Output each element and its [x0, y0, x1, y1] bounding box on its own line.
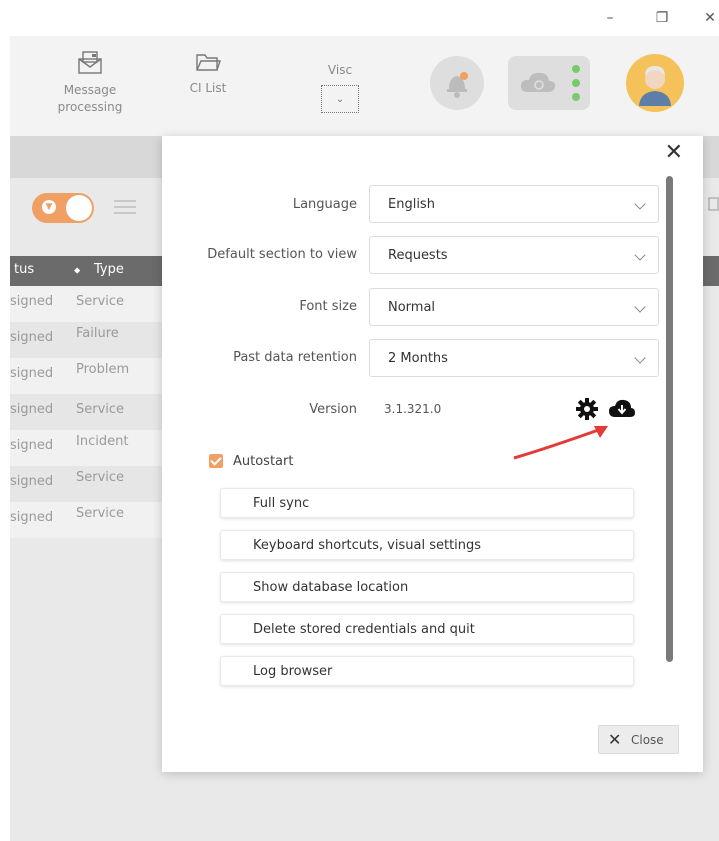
minimize-icon[interactable]: –: [596, 6, 624, 30]
table-row[interactable]: signed Service: [10, 286, 170, 322]
column-status[interactable]: tus: [14, 262, 34, 277]
font-size-label: Font size: [299, 299, 357, 314]
full-sync-button[interactable]: Full sync: [220, 488, 634, 518]
table-row[interactable]: signed Service: [10, 466, 170, 502]
list-header-edge: [703, 256, 719, 286]
row-type: Service: [76, 470, 125, 485]
show-database-location-label: Show database location: [253, 580, 409, 595]
folder-icon: [196, 54, 221, 71]
user-avatar-icon: [639, 66, 671, 106]
menu-icon[interactable]: [110, 196, 140, 220]
sync-status-button[interactable]: [508, 56, 590, 110]
annotation-arrow: [513, 426, 608, 460]
language-label: Language: [292, 197, 357, 212]
past-data-select[interactable]: 2 Months: [369, 339, 659, 377]
past-data-value: 2 Months: [388, 351, 448, 366]
top-toolbar: Message processing CI List Visc ⌄: [10, 36, 719, 136]
row-status: signed: [10, 366, 54, 381]
autostart-checkbox[interactable]: [209, 454, 223, 468]
language-select[interactable]: English: [369, 185, 659, 223]
chevron-down-icon: [634, 198, 646, 210]
close-button-label: Close: [631, 733, 664, 747]
autostart-label: Autostart: [233, 454, 294, 469]
log-browser-button[interactable]: Log browser: [220, 656, 634, 686]
version-value: 3.1.321.0: [384, 402, 442, 416]
window-titlebar: – ❐ ✕: [0, 0, 719, 36]
chevron-down-icon: [634, 352, 646, 364]
row-status: signed: [10, 510, 54, 525]
filter-toggle[interactable]: ▼: [32, 193, 94, 223]
table-row[interactable]: signed Failure: [10, 322, 170, 358]
chevron-down-icon: [634, 301, 646, 313]
show-database-location-button[interactable]: Show database location: [220, 572, 634, 602]
sort-icon[interactable]: ⬥: [74, 266, 80, 276]
visc-dropdown[interactable]: Visc ⌄: [310, 62, 370, 113]
row-status: signed: [10, 438, 54, 453]
notifications-button[interactable]: [430, 56, 484, 110]
cloud-sync-icon: [520, 65, 580, 101]
restore-icon[interactable]: ❐: [648, 6, 676, 30]
column-type[interactable]: Type: [94, 262, 124, 277]
keyboard-shortcuts-button[interactable]: Keyboard shortcuts, visual settings: [220, 530, 634, 560]
row-type: Service: [76, 402, 125, 417]
message-processing-icon: [78, 51, 102, 74]
visc-chevron-icon[interactable]: ⌄: [321, 85, 359, 113]
message-processing-label-1: Message: [63, 83, 117, 97]
row-type: Problem: [76, 362, 130, 377]
row-status: signed: [10, 474, 54, 489]
row-type: Failure: [76, 326, 119, 341]
toggle-knob: [66, 195, 92, 221]
row-status: signed: [10, 402, 54, 417]
table-row[interactable]: signed Service: [10, 394, 170, 430]
delete-credentials-label: Delete stored credentials and quit: [253, 622, 475, 637]
close-icon: ✕: [608, 730, 622, 749]
scrollbar[interactable]: [666, 176, 673, 662]
close-window-icon[interactable]: ✕: [696, 6, 719, 30]
full-sync-label: Full sync: [253, 496, 310, 511]
past-data-label: Past data retention: [233, 350, 357, 365]
delete-credentials-button[interactable]: Delete stored credentials and quit: [220, 614, 634, 644]
language-value: English: [388, 197, 435, 212]
request-list: signed Service signed Failure signed Proble…: [10, 286, 170, 538]
chevron-down-icon: [634, 249, 646, 261]
message-processing-label-2: processing: [57, 100, 123, 114]
panel-resize-icon[interactable]: [703, 190, 719, 220]
table-row[interactable]: signed Problem: [10, 358, 170, 394]
version-label: Version: [309, 402, 357, 417]
ci-list-label: CI List: [189, 81, 227, 95]
ci-list-button[interactable]: CI List: [178, 50, 238, 97]
avatar[interactable]: [626, 54, 684, 112]
close-dialog-icon[interactable]: ✕: [665, 140, 683, 165]
row-type: Incident: [76, 434, 129, 449]
visc-label: Visc: [327, 63, 353, 77]
font-size-select[interactable]: Normal: [369, 288, 659, 326]
log-browser-label: Log browser: [253, 664, 333, 679]
settings-dialog: ✕ Language English Default section to vi…: [162, 136, 703, 772]
default-section-label: Default section to view: [207, 247, 357, 262]
table-row[interactable]: signed Service: [10, 502, 170, 538]
default-section-value: Requests: [388, 248, 448, 263]
font-size-value: Normal: [388, 300, 436, 315]
message-processing-button[interactable]: Message processing: [50, 50, 130, 116]
bell-icon: [447, 72, 468, 98]
filter-icon: ▼: [42, 200, 56, 214]
keyboard-shortcuts-label: Keyboard shortcuts, visual settings: [253, 538, 482, 553]
row-status: signed: [10, 330, 54, 345]
row-type: Service: [76, 506, 125, 521]
row-status: signed: [10, 294, 54, 309]
default-section-select[interactable]: Requests: [369, 236, 659, 274]
close-button[interactable]: ✕ Close: [598, 725, 679, 754]
table-row[interactable]: signed Incident: [10, 430, 170, 466]
row-type: Service: [76, 294, 125, 309]
